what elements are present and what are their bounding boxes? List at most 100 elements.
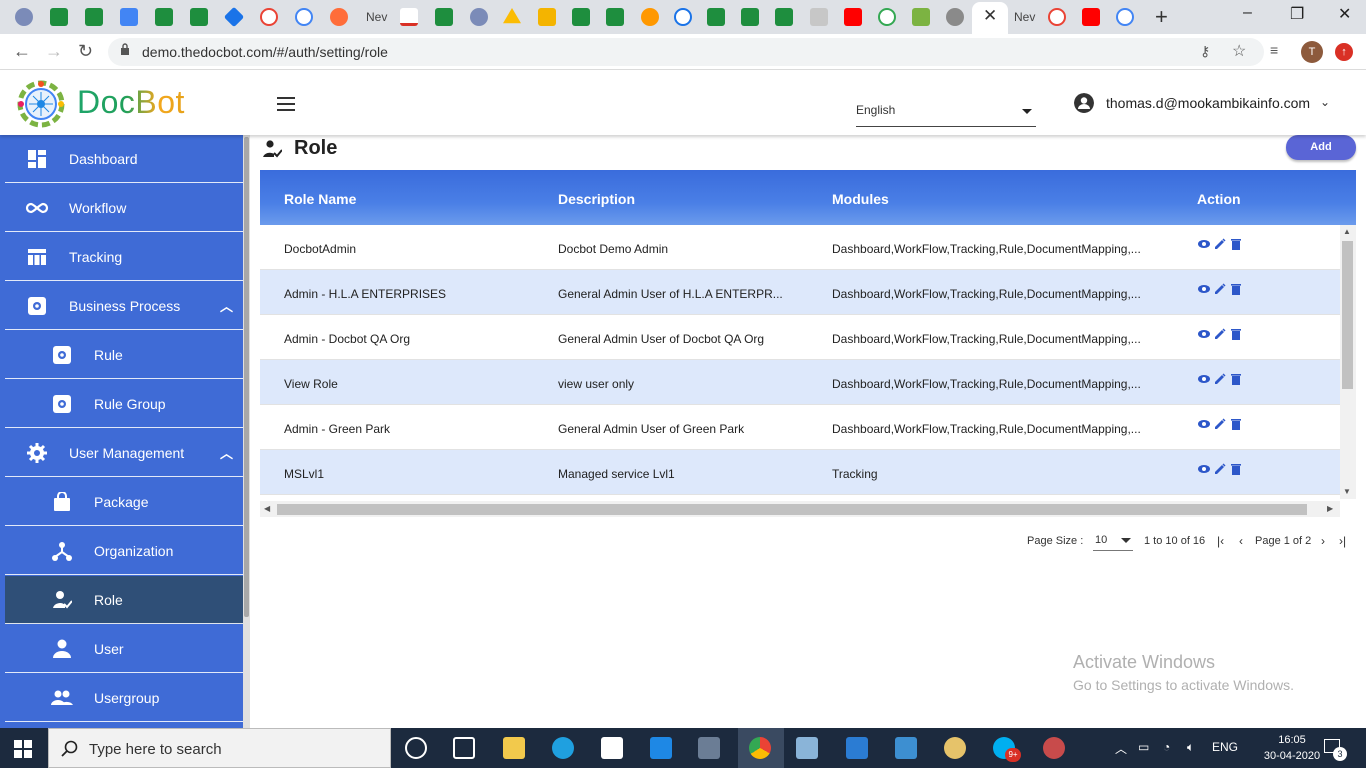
view-icon[interactable] — [1198, 328, 1210, 340]
paint-icon[interactable] — [944, 737, 966, 759]
windows-start-icon[interactable] — [14, 740, 32, 758]
wifi-icon[interactable]: ◔ — [1163, 740, 1170, 754]
view-icon[interactable] — [1198, 373, 1210, 385]
edit-icon[interactable] — [1214, 283, 1226, 295]
column-header-description[interactable]: Description — [558, 191, 635, 207]
sidebar-item-rule[interactable]: Rule — [5, 331, 243, 379]
tab-favicon-icon[interactable] — [470, 8, 488, 26]
table-horizontal-scrollbar[interactable]: ◀ ▶ — [260, 501, 1340, 517]
scroll-left-icon[interactable]: ◀ — [264, 504, 270, 513]
battery-icon[interactable]: ▭ — [1138, 740, 1149, 754]
edit-icon[interactable] — [1214, 328, 1226, 340]
scrollbar-thumb[interactable] — [277, 504, 1307, 515]
sidebar-item-business-process[interactable]: Business Process ︿ — [5, 282, 243, 330]
table-row[interactable]: DocbotAdmin Docbot Demo Admin Dashboard,Wo… — [260, 225, 1340, 270]
view-icon[interactable] — [1198, 463, 1210, 475]
scroll-right-icon[interactable]: ▶ — [1327, 504, 1333, 513]
google-tab-icon[interactable] — [260, 8, 278, 26]
column-header-modules[interactable]: Modules — [832, 191, 889, 207]
new-tab-label[interactable]: Nev — [1014, 10, 1035, 24]
sidebar-item-user-management[interactable]: User Management ︿ — [5, 429, 243, 477]
table-row[interactable]: Admin - Green Park General Admin User of … — [260, 405, 1340, 450]
task-view-icon[interactable] — [453, 737, 475, 759]
table-row[interactable]: View Role view user only Dashboard,WorkFlo… — [260, 360, 1340, 405]
add-button[interactable]: Add — [1286, 135, 1356, 160]
url-text[interactable]: demo.thedocbot.com/#/auth/setting/role — [142, 44, 388, 60]
delete-icon[interactable] — [1230, 373, 1242, 385]
back-arrow-icon[interactable]: ← — [13, 41, 31, 62]
chrome-icon[interactable] — [749, 737, 771, 759]
table-row[interactable]: Admin - Docbot QA Org General Admin User … — [260, 315, 1340, 360]
table-row[interactable]: MSLvl1 Managed service Lvl1 Tracking — [260, 450, 1340, 495]
input-language[interactable]: ENG — [1212, 740, 1238, 754]
last-page-icon[interactable]: ›| — [1339, 534, 1346, 548]
sheets-tab-icon[interactable] — [572, 8, 590, 26]
volume-icon[interactable]: 🔈︎ — [1187, 740, 1194, 755]
delete-icon[interactable] — [1230, 418, 1242, 430]
sheets-tab-icon[interactable] — [707, 8, 725, 26]
sheets-tab-icon[interactable] — [435, 8, 453, 26]
sheets-tab-icon[interactable] — [606, 8, 624, 26]
update-icon[interactable]: ↑ — [1335, 43, 1353, 61]
sidebar-item-usergroup[interactable]: Usergroup — [5, 674, 243, 722]
mail-icon[interactable] — [650, 737, 672, 759]
table-row[interactable]: Admin - H.L.A ENTERPRISES General Admin U… — [260, 270, 1340, 315]
edit-icon[interactable] — [1214, 418, 1226, 430]
column-header-action[interactable]: Action — [1197, 191, 1241, 207]
view-icon[interactable] — [1198, 238, 1210, 250]
sidebar-item-package[interactable]: Package — [5, 478, 243, 526]
chevron-down-icon[interactable]: ⌄ — [1320, 95, 1330, 109]
snipping-icon[interactable] — [1043, 737, 1065, 759]
diamond-tab-icon[interactable] — [223, 6, 245, 28]
sidebar-item-rule-group[interactable]: Rule Group — [5, 380, 243, 428]
sidebar-scrollbar-thumb[interactable] — [244, 137, 249, 617]
sheets-tab-icon[interactable] — [775, 8, 793, 26]
word-icon[interactable] — [846, 737, 868, 759]
slides-tab-icon[interactable] — [538, 8, 556, 26]
file-explorer-icon[interactable] — [503, 737, 525, 759]
google-tab-icon[interactable] — [295, 8, 313, 26]
window-close-icon[interactable]: ✕ — [1338, 4, 1351, 24]
sheets-tab-icon[interactable] — [190, 8, 208, 26]
notepad-icon[interactable] — [796, 737, 818, 759]
store-icon[interactable] — [601, 737, 623, 759]
sheets-tab-icon[interactable] — [50, 8, 68, 26]
language-select[interactable]: English — [856, 103, 1036, 127]
user-email[interactable]: thomas.d@mookambikainfo.com — [1106, 95, 1310, 111]
delete-icon[interactable] — [1230, 283, 1242, 295]
google-tab-icon[interactable] — [1048, 8, 1066, 26]
key-icon[interactable]: ⚷ — [1200, 43, 1210, 60]
scroll-down-icon[interactable]: ▼ — [1343, 487, 1351, 496]
cloud-tab-icon[interactable] — [810, 8, 828, 26]
account-circle-icon[interactable] — [1074, 93, 1094, 113]
new-tab-label[interactable]: Nev — [366, 10, 387, 24]
cortana-icon[interactable] — [405, 737, 427, 759]
view-icon[interactable] — [1198, 418, 1210, 430]
app-icon[interactable] — [698, 737, 720, 759]
google-tab-icon[interactable] — [878, 8, 896, 26]
sun-tab-icon[interactable] — [641, 8, 659, 26]
sidebar-item-organization[interactable]: Organization — [5, 527, 243, 575]
sheets-tab-icon[interactable] — [155, 8, 173, 26]
table-vertical-scrollbar[interactable]: ▲ ▼ — [1340, 225, 1356, 499]
column-header-role-name[interactable]: Role Name — [284, 191, 356, 207]
youtube-tab-icon[interactable] — [1082, 8, 1100, 26]
sidebar-item-user[interactable]: User — [5, 625, 243, 673]
edge-icon[interactable] — [552, 737, 574, 759]
sheets-tab-icon[interactable] — [85, 8, 103, 26]
delete-icon[interactable] — [1230, 328, 1242, 340]
orange-tab-icon[interactable] — [330, 8, 348, 26]
first-page-icon[interactable]: |‹ — [1217, 534, 1224, 548]
reload-icon[interactable]: ↻ — [78, 41, 93, 62]
chevron-up-icon[interactable]: ︿ — [220, 296, 233, 315]
edit-icon[interactable] — [1214, 373, 1226, 385]
scrollbar-thumb[interactable] — [1342, 241, 1353, 389]
previous-page-icon[interactable]: ‹ — [1239, 534, 1243, 548]
menu-toggle-icon[interactable] — [277, 97, 295, 111]
drive-tab-icon[interactable] — [503, 8, 521, 24]
minimize-icon[interactable]: – — [1243, 4, 1252, 22]
gmail-tab-icon[interactable] — [400, 8, 418, 26]
next-page-icon[interactable]: › — [1321, 534, 1325, 548]
forward-arrow-icon[interactable]: → — [45, 41, 63, 62]
photos-icon[interactable] — [895, 737, 917, 759]
